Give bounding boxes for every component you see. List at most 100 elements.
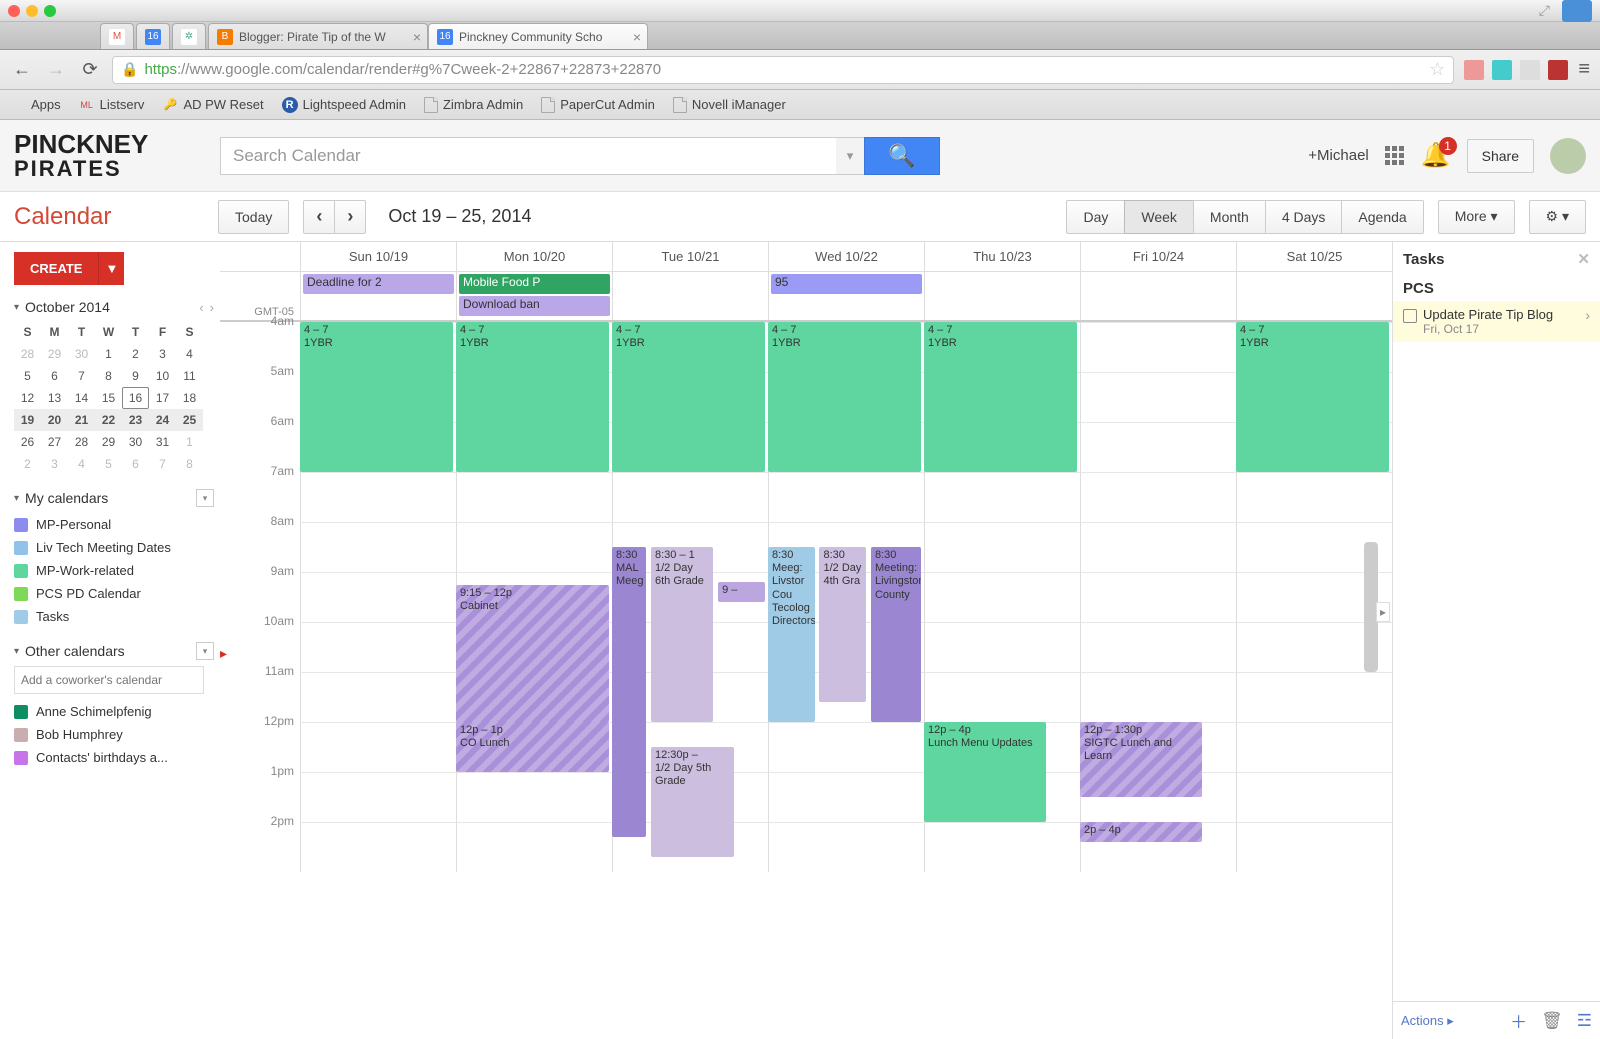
add-coworker-input[interactable]: [14, 666, 204, 694]
hour-cell[interactable]: [300, 572, 456, 622]
calendar-event[interactable]: 8:30Meeg: Livstor Cou Tecolog Directors: [768, 547, 815, 722]
view-4-days[interactable]: 4 Days: [1265, 200, 1343, 234]
hour-cell[interactable]: [1080, 522, 1236, 572]
pinned-tab-joomla[interactable]: ✲: [172, 23, 206, 49]
day-header[interactable]: Thu 10/23: [924, 242, 1080, 271]
calendar-event[interactable]: 4 – 71YBR: [300, 322, 453, 472]
create-button[interactable]: CREATE: [14, 252, 98, 285]
mini-day[interactable]: 22: [95, 409, 122, 431]
view-month[interactable]: Month: [1193, 200, 1266, 234]
hour-cell[interactable]: [1080, 622, 1236, 672]
view-week[interactable]: Week: [1124, 200, 1194, 234]
extension-icon[interactable]: [1520, 60, 1540, 80]
other-cals-menu-icon[interactable]: ▾: [196, 642, 214, 660]
share-button[interactable]: Share: [1467, 139, 1534, 173]
allday-event[interactable]: Download ban: [459, 296, 610, 316]
hour-cell[interactable]: [1080, 322, 1236, 372]
hour-cell[interactable]: [924, 822, 1080, 872]
mini-day[interactable]: 7: [68, 365, 95, 387]
mini-calendar[interactable]: SMTWTFS282930123456789101112131415161718…: [14, 321, 204, 475]
browser-tab[interactable]: 16Pinckney Community Scho×: [428, 23, 648, 49]
mini-day[interactable]: 31: [149, 431, 176, 453]
hour-cell[interactable]: [300, 522, 456, 572]
calendar-event[interactable]: 4 – 71YBR: [612, 322, 765, 472]
my-calendars-header[interactable]: ▾My calendars ▾: [14, 489, 214, 507]
hour-cell[interactable]: [768, 822, 924, 872]
hour-cell[interactable]: [1080, 672, 1236, 722]
indent-task-icon[interactable]: ☲: [1577, 1011, 1592, 1031]
calendar-event[interactable]: 12:30p – 1/2 Day 5th Grade: [651, 747, 734, 857]
back-button[interactable]: ←: [10, 58, 34, 82]
apps-grid-icon[interactable]: [1385, 146, 1405, 166]
my-cals-menu-icon[interactable]: ▾: [196, 489, 214, 507]
hour-cell[interactable]: [456, 472, 612, 522]
allday-event[interactable]: Mobile Food P: [459, 274, 610, 294]
tasks-collapse-icon[interactable]: ▸: [1376, 602, 1390, 622]
mini-day[interactable]: 8: [176, 453, 203, 475]
mini-day[interactable]: 4: [176, 343, 203, 365]
mini-day[interactable]: 3: [149, 343, 176, 365]
hour-cell[interactable]: [768, 722, 924, 772]
calendar-item[interactable]: Bob Humphrey: [14, 723, 214, 746]
calendar-item[interactable]: MP-Work-related: [14, 559, 214, 582]
day-header[interactable]: Sat 10/25: [1236, 242, 1392, 271]
day-header[interactable]: Mon 10/20: [456, 242, 612, 271]
mini-day[interactable]: 25: [176, 409, 203, 431]
calendar-item[interactable]: Anne Schimelpfenig: [14, 700, 214, 723]
mini-day[interactable]: 10: [149, 365, 176, 387]
hour-cell[interactable]: [924, 522, 1080, 572]
tab-close-icon[interactable]: ×: [633, 29, 641, 45]
hour-cell[interactable]: [300, 622, 456, 672]
bookmark-item[interactable]: PaperCut Admin: [541, 97, 655, 113]
pinned-tab-gmail[interactable]: M: [100, 23, 134, 49]
allday-row[interactable]: GMT-05Deadline for 2Mobile Food PDownloa…: [220, 272, 1392, 322]
tasks-close-icon[interactable]: ✕: [1577, 250, 1590, 268]
browser-tab[interactable]: BBlogger: Pirate Tip of the W×: [208, 23, 428, 49]
extension-icon[interactable]: [1492, 60, 1512, 80]
allday-event[interactable]: Deadline for 2: [303, 274, 454, 294]
hour-cell[interactable]: [768, 472, 924, 522]
mini-day[interactable]: 16: [122, 387, 149, 409]
search-dropdown[interactable]: ▾: [836, 137, 864, 175]
bookmark-item[interactable]: Novell iManager: [673, 97, 786, 113]
hour-cell[interactable]: [924, 622, 1080, 672]
mini-day[interactable]: 2: [14, 453, 41, 475]
calendar-item[interactable]: Tasks: [14, 605, 214, 628]
hour-cell[interactable]: [300, 672, 456, 722]
calendar-event[interactable]: 4 – 71YBR: [456, 322, 609, 472]
mini-day[interactable]: 2: [122, 343, 149, 365]
allday-cell[interactable]: Deadline for 2: [300, 272, 456, 320]
hour-cell[interactable]: [1236, 672, 1392, 722]
hour-cell[interactable]: [1236, 722, 1392, 772]
bookmark-item[interactable]: RLightspeed Admin: [282, 97, 406, 113]
search-button[interactable]: 🔍: [864, 137, 940, 175]
hour-cell[interactable]: [456, 822, 612, 872]
hour-cell[interactable]: [1236, 772, 1392, 822]
calendar-event[interactable]: 9 –: [718, 582, 765, 602]
bookmark-star-icon[interactable]: ☆: [1429, 59, 1445, 80]
mac-min[interactable]: [26, 5, 38, 17]
hour-cell[interactable]: [924, 672, 1080, 722]
user-avatar[interactable]: [1550, 138, 1586, 174]
chrome-profile-icon[interactable]: [1562, 0, 1592, 22]
calendar-event[interactable]: 4 – 71YBR: [1236, 322, 1389, 472]
allday-cell[interactable]: 95: [768, 272, 924, 320]
mini-day[interactable]: 5: [14, 365, 41, 387]
bookmark-item[interactable]: Apps: [10, 97, 61, 113]
mini-day[interactable]: 15: [95, 387, 122, 409]
mini-day[interactable]: 3: [41, 453, 68, 475]
hour-cell[interactable]: [300, 472, 456, 522]
bookmark-item[interactable]: Zimbra Admin: [424, 97, 523, 113]
hour-cell[interactable]: [1236, 472, 1392, 522]
mini-day[interactable]: 28: [68, 431, 95, 453]
hour-cell[interactable]: [924, 572, 1080, 622]
mini-day[interactable]: 1: [176, 431, 203, 453]
hour-cell[interactable]: [768, 772, 924, 822]
mini-day[interactable]: 29: [41, 343, 68, 365]
task-item[interactable]: Update Pirate Tip BlogFri, Oct 17›: [1393, 301, 1600, 342]
mini-day[interactable]: 29: [95, 431, 122, 453]
hour-cell[interactable]: [1080, 572, 1236, 622]
mini-day[interactable]: 4: [68, 453, 95, 475]
day-header[interactable]: Wed 10/22: [768, 242, 924, 271]
bookmark-item[interactable]: MLListserv: [79, 97, 145, 113]
